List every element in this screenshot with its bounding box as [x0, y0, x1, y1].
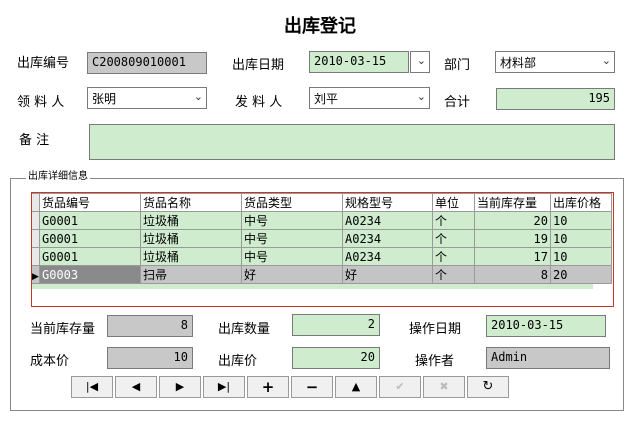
chevron-down-icon: ⌄ — [601, 54, 611, 67]
refresh-button[interactable]: ↻ — [467, 376, 509, 398]
first-record-icon: |◀ — [85, 380, 99, 393]
department-select[interactable]: 材料部 ⌄ — [495, 51, 615, 73]
remark-label: 备 注 — [19, 133, 50, 148]
price-label: 出库价 — [218, 354, 258, 369]
total-label: 合计 — [444, 95, 471, 110]
total-field[interactable]: 195 — [496, 88, 615, 110]
chevron-down-icon: ⌄ — [416, 54, 426, 67]
outbound-no-label: 出库编号 — [17, 56, 70, 71]
next-record-icon: ▶ — [175, 380, 185, 393]
first-record-button[interactable]: |◀ — [71, 376, 113, 398]
refresh-icon: ↻ — [482, 379, 494, 394]
add-record-button[interactable]: + — [247, 376, 289, 398]
edit-record-button[interactable]: ▲ — [335, 376, 377, 398]
quantity-label: 出库数量 — [218, 322, 271, 337]
cancel-icon: ✖ — [439, 380, 449, 393]
detail-group-title: 出库详细信息 — [26, 167, 90, 182]
sender-label: 发 料 人 — [235, 95, 283, 110]
chevron-down-icon: ⌄ — [416, 90, 426, 103]
prev-record-button[interactable]: ◀ — [115, 376, 157, 398]
stock-label: 当前库存量 — [30, 322, 96, 337]
post-icon: ✔ — [395, 380, 405, 393]
stock-field[interactable]: 8 — [107, 315, 193, 337]
operator-label: 操作者 — [415, 354, 455, 369]
receiver-select[interactable]: 张明 ⌄ — [87, 87, 207, 109]
operator-field[interactable]: Admin — [486, 347, 610, 369]
price-field[interactable]: 20 — [292, 347, 380, 369]
delete-record-button[interactable]: − — [291, 376, 333, 398]
sender-value: 刘平 — [314, 92, 339, 106]
edit-icon: ▲ — [351, 380, 361, 393]
chevron-down-icon: ⌄ — [193, 90, 203, 103]
add-icon: + — [261, 378, 275, 396]
quantity-field[interactable]: 2 — [292, 314, 380, 336]
op-date-field[interactable]: 2010-03-15 — [486, 315, 606, 337]
department-value: 材料部 — [500, 56, 537, 70]
outbound-no-field[interactable]: C200809010001 — [87, 52, 207, 74]
receiver-value: 张明 — [92, 92, 117, 106]
delete-icon: − — [305, 378, 319, 396]
date-dropdown-button[interactable]: ⌄ — [410, 51, 430, 73]
grid-focus-frame — [31, 192, 614, 307]
next-record-button[interactable]: ▶ — [159, 376, 201, 398]
remark-field[interactable] — [89, 124, 615, 160]
cancel-record-button[interactable]: ✖ — [423, 376, 465, 398]
last-record-icon: ▶| — [217, 380, 231, 393]
sender-select[interactable]: 刘平 ⌄ — [309, 87, 430, 109]
outbound-date-label: 出库日期 — [232, 58, 285, 73]
prev-record-icon: ◀ — [131, 380, 141, 393]
post-record-button[interactable]: ✔ — [379, 376, 421, 398]
receiver-label: 领 料 人 — [17, 95, 65, 110]
cost-label: 成本价 — [30, 354, 70, 369]
last-record-button[interactable]: ▶| — [203, 376, 245, 398]
department-label: 部门 — [444, 58, 471, 73]
outbound-date-field[interactable]: 2010-03-15 — [309, 51, 409, 73]
page-title: 出库登记 — [284, 16, 356, 37]
op-date-label: 操作日期 — [409, 322, 462, 337]
cost-field[interactable]: 10 — [107, 347, 193, 369]
